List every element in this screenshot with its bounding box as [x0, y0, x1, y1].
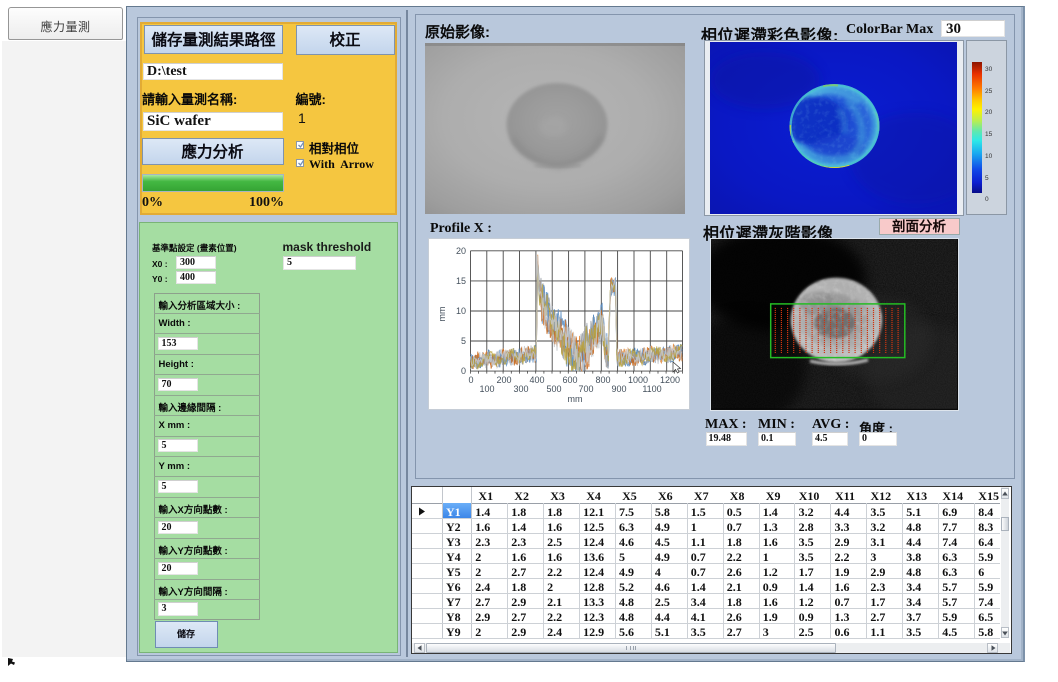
svg-text:0: 0 [460, 366, 465, 376]
svg-text:10: 10 [455, 306, 465, 316]
svg-text:20: 20 [455, 246, 465, 256]
svg-text:500: 500 [546, 384, 561, 394]
svg-text:600: 600 [562, 375, 577, 385]
svg-text:mm: mm [437, 306, 447, 321]
svg-text:100: 100 [479, 384, 494, 394]
svg-text:0: 0 [468, 375, 473, 385]
svg-text:mm: mm [567, 394, 582, 404]
svg-text:5: 5 [460, 336, 465, 346]
svg-text:15: 15 [455, 276, 465, 286]
svg-text:400: 400 [529, 375, 544, 385]
svg-text:1100: 1100 [642, 384, 661, 394]
svg-text:800: 800 [595, 375, 610, 385]
svg-text:700: 700 [578, 384, 593, 394]
svg-text:1200: 1200 [659, 375, 679, 385]
svg-text:900: 900 [611, 384, 626, 394]
svg-text:200: 200 [496, 375, 511, 385]
svg-text:300: 300 [513, 384, 528, 394]
